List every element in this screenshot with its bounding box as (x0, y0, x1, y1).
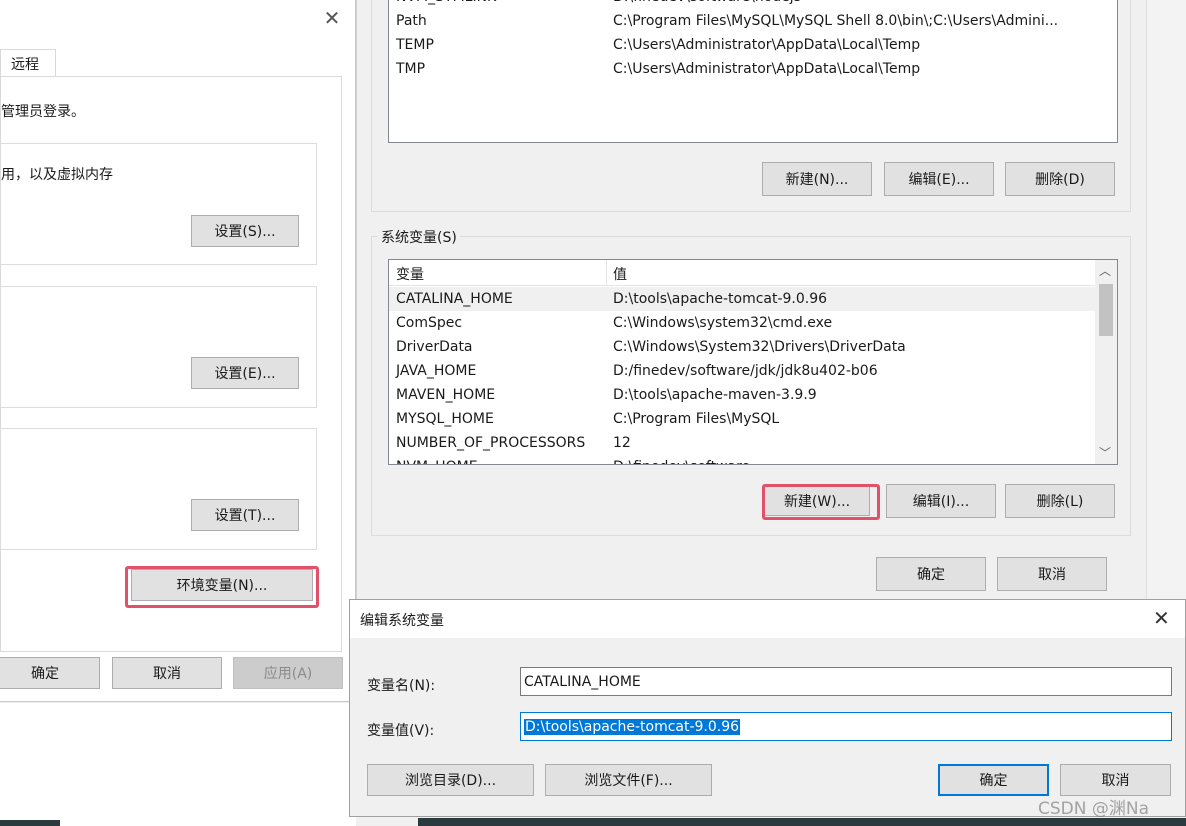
ok-button[interactable]: 确定 (0, 657, 100, 689)
settings-t-button[interactable]: 设置(T)... (191, 499, 299, 531)
variable-value-cell: C:\Users\Administrator\AppData\Local\Tem… (613, 61, 921, 77)
edit-ok-button[interactable]: 确定 (938, 764, 1049, 796)
variable-value-input[interactable]: D:\tools\apache-tomcat-9.0.96 (520, 712, 1172, 741)
performance-note: 用，以及虚拟内存 (1, 167, 113, 183)
edit-cancel-button[interactable]: 取消 (1060, 764, 1171, 796)
taskbar-fragment-right (418, 818, 1186, 826)
list-item[interactable]: NVM_SYMLINK D:\finedev\software\nodejs (389, 0, 1117, 9)
settings-e-button[interactable]: 设置(E)... (191, 357, 299, 389)
variable-value-text: D:\tools\apache-tomcat-9.0.96 (524, 718, 741, 735)
background-window-right (1146, 0, 1186, 605)
user-variables-list[interactable]: NVM_SYMLINK D:\finedev\software\nodejs Pat… (388, 0, 1118, 143)
variable-name-cell: Path (396, 13, 427, 29)
variable-name-cell: NUMBER_OF_PROCESSORS (396, 435, 586, 451)
variable-value-cell: C:\Windows\system32\cmd.exe (613, 315, 833, 331)
browse-file-button[interactable]: 浏览文件(F)... (545, 764, 712, 796)
performance-group: 用，以及虚拟内存 设置(S)... (0, 143, 317, 265)
list-header: 变量 值 (389, 260, 1095, 286)
tab-remote[interactable]: 远程 (0, 49, 56, 77)
startup-recovery-group: 设置(T)... (0, 428, 317, 550)
list-item[interactable]: NVM_HOME D:\finedev\software (389, 455, 1095, 464)
variable-value-cell: D:\tools\apache-tomcat-9.0.96 (613, 291, 828, 307)
user-delete-button[interactable]: 删除(D) (1005, 162, 1115, 196)
variable-value-cell: D:/finedev/software/jdk/jdk8u402-b06 (613, 363, 878, 379)
variable-name-cell: MYSQL_HOME (396, 411, 494, 427)
variable-value-cell: D:\finedev\software\nodejs (613, 0, 801, 5)
variable-value-cell: C:\Program Files\MySQL\MySQL Shell 8.0\b… (613, 13, 1059, 29)
variable-name-cell: MAVEN_HOME (396, 387, 496, 403)
scrollbar-thumb[interactable] (1099, 284, 1113, 336)
list-item[interactable]: NUMBER_OF_PROCESSORS 12 (389, 431, 1095, 455)
list-item[interactable]: DriverData C:\Windows\System32\Drivers\Dr… (389, 335, 1095, 359)
list-item[interactable]: JAVA_HOME D:/finedev/software/jdk/jdk8u40… (389, 359, 1095, 383)
user-new-button[interactable]: 新建(N)... (762, 162, 872, 196)
taskbar-fragment-left (0, 820, 60, 826)
column-header-variable[interactable]: 变量 (396, 264, 424, 284)
environment-variables-dialog: NVM_SYMLINK D:\finedev\software\nodejs Pat… (356, 0, 1146, 605)
vertical-scrollbar[interactable]: ︿ ﹀ (1095, 260, 1117, 464)
system-properties-window: ✕ 远程 管理员登录。 用，以及虚拟内存 设置(S)... 设置(E)... 设… (0, 0, 356, 702)
settings-s-button[interactable]: 设置(S)... (191, 215, 299, 247)
list-item[interactable]: MAVEN_HOME D:\tools\apache-maven-3.9.9 (389, 383, 1095, 407)
system-variables-label: 系统变量(S) (378, 227, 460, 247)
variable-name-text: CATALINA_HOME (524, 673, 641, 690)
system-variables-list[interactable]: 变量 值 CATALINA_HOME D:\tools\apache-tomcat… (388, 259, 1118, 465)
variable-name-cell: NVM_HOME (396, 459, 478, 464)
list-item[interactable]: Path C:\Program Files\MySQL\MySQL Shell 8… (389, 9, 1117, 33)
desktop-background (0, 703, 356, 826)
edit-dialog-titlebar[interactable]: 编辑系统变量 ✕ (350, 600, 1185, 638)
system-edit-button[interactable]: 编辑(I)... (886, 484, 996, 518)
list-item[interactable]: TMP C:\Users\Administrator\AppData\Local\… (389, 57, 1117, 81)
list-item[interactable]: MYSQL_HOME C:\Program Files\MySQL (389, 407, 1095, 431)
admin-note: 管理员登录。 (1, 104, 85, 120)
list-item[interactable]: TEMP C:\Users\Administrator\AppData\Local… (389, 33, 1117, 57)
variable-value-label: 变量值(V): (367, 723, 435, 739)
variable-value-cell: 12 (613, 435, 631, 451)
variable-name-cell: ComSpec (396, 315, 463, 331)
variable-name-cell: CATALINA_HOME (396, 291, 513, 307)
system-variables-group: 系统变量(S) 变量 值 CATALINA_HOME D:\tools\apach… (371, 227, 1131, 536)
system-delete-button[interactable]: 删除(L) (1005, 484, 1115, 518)
variable-name-cell: TEMP (396, 37, 434, 53)
column-divider (606, 260, 607, 286)
variable-name-cell: DriverData (396, 339, 473, 355)
variable-value-cell: D:\tools\apache-maven-3.9.9 (613, 387, 817, 403)
env-button-highlight (125, 566, 319, 608)
env-cancel-button[interactable]: 取消 (997, 557, 1107, 591)
variable-name-cell: JAVA_HOME (396, 363, 477, 379)
variable-name-label: 变量名(N): (367, 678, 436, 694)
variable-value-cell: C:\Program Files\MySQL (613, 411, 780, 427)
csdn-watermark: CSDN @渊Na (1038, 799, 1150, 819)
system-variables-rows: CATALINA_HOME D:\tools\apache-tomcat-9.0.… (389, 287, 1095, 464)
close-icon[interactable]: ✕ (322, 8, 342, 28)
user-variables-group: NVM_SYMLINK D:\finedev\software\nodejs Pat… (371, 0, 1131, 212)
system-new-highlight (762, 484, 880, 520)
variable-name-input[interactable]: CATALINA_HOME (520, 667, 1172, 696)
variable-value-cell: D:\finedev\software (613, 459, 750, 464)
variable-name-cell: TMP (396, 61, 426, 77)
user-profiles-group: 设置(E)... (0, 286, 317, 408)
cancel-button[interactable]: 取消 (112, 657, 222, 689)
variable-value-cell: C:\Windows\System32\Drivers\DriverData (613, 339, 906, 355)
env-ok-button[interactable]: 确定 (876, 557, 986, 591)
column-header-value[interactable]: 值 (613, 264, 627, 284)
edit-system-variable-dialog: 编辑系统变量 ✕ 变量名(N): CATALINA_HOME 变量值(V): D… (349, 599, 1186, 817)
scroll-down-icon[interactable]: ﹀ (1099, 444, 1111, 461)
list-item[interactable]: ComSpec C:\Windows\system32\cmd.exe (389, 311, 1095, 335)
edit-dialog-title: 编辑系统变量 (360, 613, 444, 629)
tab-remote-label: 远程 (11, 56, 39, 73)
apply-button[interactable]: 应用(A) (233, 657, 343, 689)
variable-name-cell: NVM_SYMLINK (396, 0, 496, 5)
edit-dialog-close-icon[interactable]: ✕ (1153, 608, 1170, 628)
list-item[interactable]: CATALINA_HOME D:\tools\apache-tomcat-9.0.… (389, 287, 1095, 311)
variable-value-cell: C:\Users\Administrator\AppData\Local\Tem… (613, 37, 921, 53)
user-edit-button[interactable]: 编辑(E)... (884, 162, 994, 196)
browse-directory-button[interactable]: 浏览目录(D)... (367, 764, 534, 796)
scroll-up-icon[interactable]: ︿ (1099, 262, 1111, 279)
